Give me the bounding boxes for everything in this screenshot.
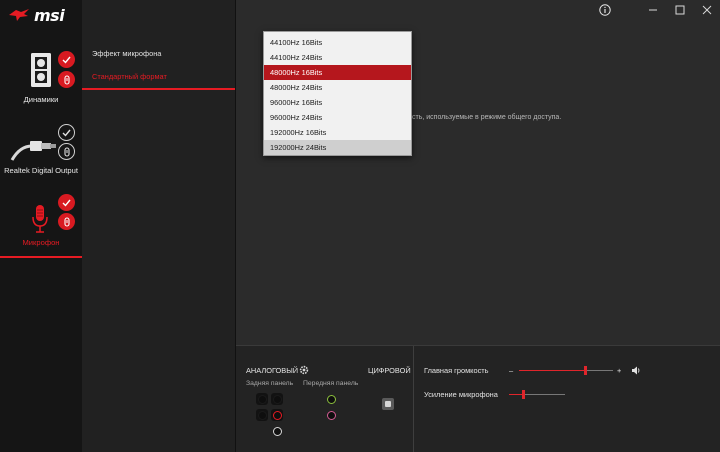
connector-icon: [63, 74, 70, 85]
main-volume-fill: [519, 370, 586, 371]
speaker-icon: [31, 53, 51, 87]
maximize-icon: [675, 5, 685, 15]
speakers-default-check[interactable]: [58, 51, 75, 68]
format-option[interactable]: 96000Hz 24Bits: [264, 110, 411, 125]
settings-tabs-panel: Эффект микрофона Стандартный формат: [82, 0, 236, 452]
format-description: сть, используемые в режиме общего доступ…: [412, 114, 562, 121]
info-button[interactable]: [598, 3, 612, 17]
minimize-button[interactable]: [646, 3, 660, 17]
device-digital-output[interactable]: Realtek Digital Output: [0, 120, 82, 180]
connector-icon: [63, 216, 70, 227]
mic-boost-thumb[interactable]: [521, 390, 525, 399]
format-option[interactable]: 96000Hz 16Bits: [264, 95, 411, 110]
microphone-default-check[interactable]: [58, 194, 75, 211]
speakers-comm-toggle[interactable]: [58, 71, 75, 88]
maximize-button[interactable]: [673, 3, 687, 17]
format-option-selected[interactable]: 48000Hz 16Bits: [264, 65, 411, 80]
tab-default-format[interactable]: Стандартный формат: [82, 64, 235, 90]
dragon-icon: [9, 9, 29, 21]
device-label: Realtek Digital Output: [4, 166, 78, 175]
microphone-icon: [32, 205, 48, 233]
format-option-hovered[interactable]: 192000Hz 24Bits: [264, 140, 411, 155]
volume-plus-button[interactable]: +: [617, 366, 621, 375]
device-speakers[interactable]: Динамики: [0, 46, 82, 106]
main-volume-thumb[interactable]: [584, 366, 588, 375]
connector-icon: [63, 146, 70, 157]
digital-label: ЦИФРОВОЙ: [368, 366, 411, 375]
format-option[interactable]: 44100Hz 24Bits: [264, 50, 411, 65]
close-icon: [702, 5, 712, 15]
device-label: Динамики: [23, 95, 59, 104]
format-option[interactable]: 48000Hz 24Bits: [264, 80, 411, 95]
check-icon: [62, 129, 71, 137]
rear-jack[interactable]: [256, 409, 268, 421]
device-label: Микрофон: [22, 238, 60, 247]
rear-jack[interactable]: [271, 425, 283, 437]
microphone-comm-toggle[interactable]: [58, 213, 75, 230]
device-sidebar: msi Динамики Realtek Digital Output Микр…: [0, 0, 82, 452]
app-window: msi Динамики Realtek Digital Output Микр…: [0, 0, 720, 452]
mic-boost-label: Усиление микрофона: [424, 390, 498, 399]
front-jack-mic[interactable]: [325, 409, 337, 421]
front-jack-headphone[interactable]: [325, 393, 337, 405]
rear-jack[interactable]: [256, 393, 268, 405]
msi-logo: msi: [8, 5, 65, 25]
analog-label: АНАЛОГОВЫЙ: [246, 366, 299, 375]
digital-default-check[interactable]: [58, 124, 75, 141]
gear-icon[interactable]: [299, 365, 309, 375]
sample-format-dropdown[interactable]: 44100Hz 16Bits 44100Hz 24Bits 48000Hz 16…: [263, 31, 412, 156]
front-panel-label: Передняя панель: [303, 380, 359, 387]
close-button[interactable]: [700, 3, 714, 17]
brand-text: msi: [34, 5, 65, 25]
rear-jack-mic[interactable]: [271, 409, 283, 421]
spdif-port[interactable]: [382, 398, 394, 410]
info-icon: [599, 4, 611, 16]
rear-jack[interactable]: [271, 393, 283, 405]
format-option[interactable]: 44100Hz 16Bits: [264, 35, 411, 50]
format-option[interactable]: 192000Hz 16Bits: [264, 125, 411, 140]
speaker-volume-icon[interactable]: [631, 366, 641, 375]
tab-microphone-effect[interactable]: Эффект микрофона: [82, 40, 235, 66]
check-icon: [62, 199, 71, 207]
main-volume-label: Главная громкость: [424, 366, 489, 375]
device-microphone[interactable]: Микрофон: [0, 192, 82, 258]
title-strip: msi: [0, 0, 82, 30]
volume-minus-button[interactable]: –: [509, 366, 513, 375]
digital-cable-icon: [10, 141, 56, 161]
rear-panel-label: Задняя панель: [246, 380, 294, 387]
check-icon: [62, 56, 71, 64]
minimize-icon: [649, 9, 657, 11]
bottom-divider: [413, 346, 414, 452]
digital-comm-toggle[interactable]: [58, 143, 75, 160]
